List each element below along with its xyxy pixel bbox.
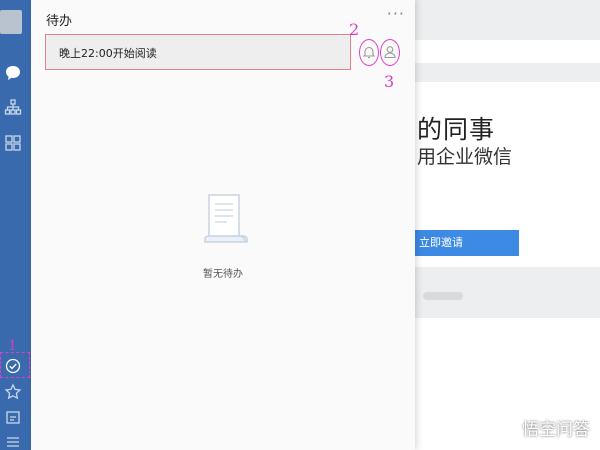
star-icon[interactable] bbox=[4, 383, 22, 401]
watermark: 悟空问答 bbox=[522, 420, 590, 440]
todo-panel: 待办 ··· 晚上22:00开始阅读 2 3 暂无待办 bbox=[31, 0, 415, 450]
invite-card: 的同事 用企业微信 立即邀请 bbox=[415, 82, 600, 267]
annotation-number-2: 2 bbox=[349, 20, 360, 39]
task-input[interactable]: 晚上22:00开始阅读 bbox=[45, 34, 351, 70]
blurred-text bbox=[423, 292, 463, 300]
empty-state-text: 暂无待办 bbox=[203, 269, 243, 280]
invite-subline: 用企业微信 bbox=[417, 146, 513, 168]
annotation-highlight-1 bbox=[0, 352, 30, 378]
left-nav-rail bbox=[0, 0, 31, 450]
avatar[interactable] bbox=[0, 10, 22, 34]
menu-icon[interactable] bbox=[4, 433, 22, 450]
invite-button-label: 立即邀请 bbox=[419, 236, 463, 249]
background-search-bar bbox=[415, 40, 600, 63]
bell-icon bbox=[363, 46, 375, 59]
screen: 的同事 用企业微信 立即邀请 悟空问答 1 待办 ··· 晚上22:00开始阅读… bbox=[0, 0, 600, 450]
background-content: 的同事 用企业微信 立即邀请 悟空问答 bbox=[415, 0, 600, 450]
reminder-button[interactable] bbox=[359, 39, 379, 66]
task-input-text: 晚上22:00开始阅读 bbox=[59, 47, 157, 60]
invite-headline: 的同事 bbox=[417, 115, 496, 144]
document-icon bbox=[204, 194, 248, 243]
org-icon[interactable] bbox=[4, 98, 22, 116]
invite-button[interactable]: 立即邀请 bbox=[415, 230, 519, 256]
doc-icon[interactable] bbox=[4, 409, 22, 427]
annotation-number-3: 3 bbox=[384, 72, 395, 91]
person-icon bbox=[384, 46, 396, 59]
more-options-button[interactable]: ··· bbox=[387, 4, 405, 23]
panel-title: 待办 bbox=[46, 14, 73, 29]
apps-icon[interactable] bbox=[4, 134, 22, 152]
chat-icon[interactable] bbox=[4, 64, 22, 82]
assignee-button[interactable] bbox=[380, 39, 400, 66]
